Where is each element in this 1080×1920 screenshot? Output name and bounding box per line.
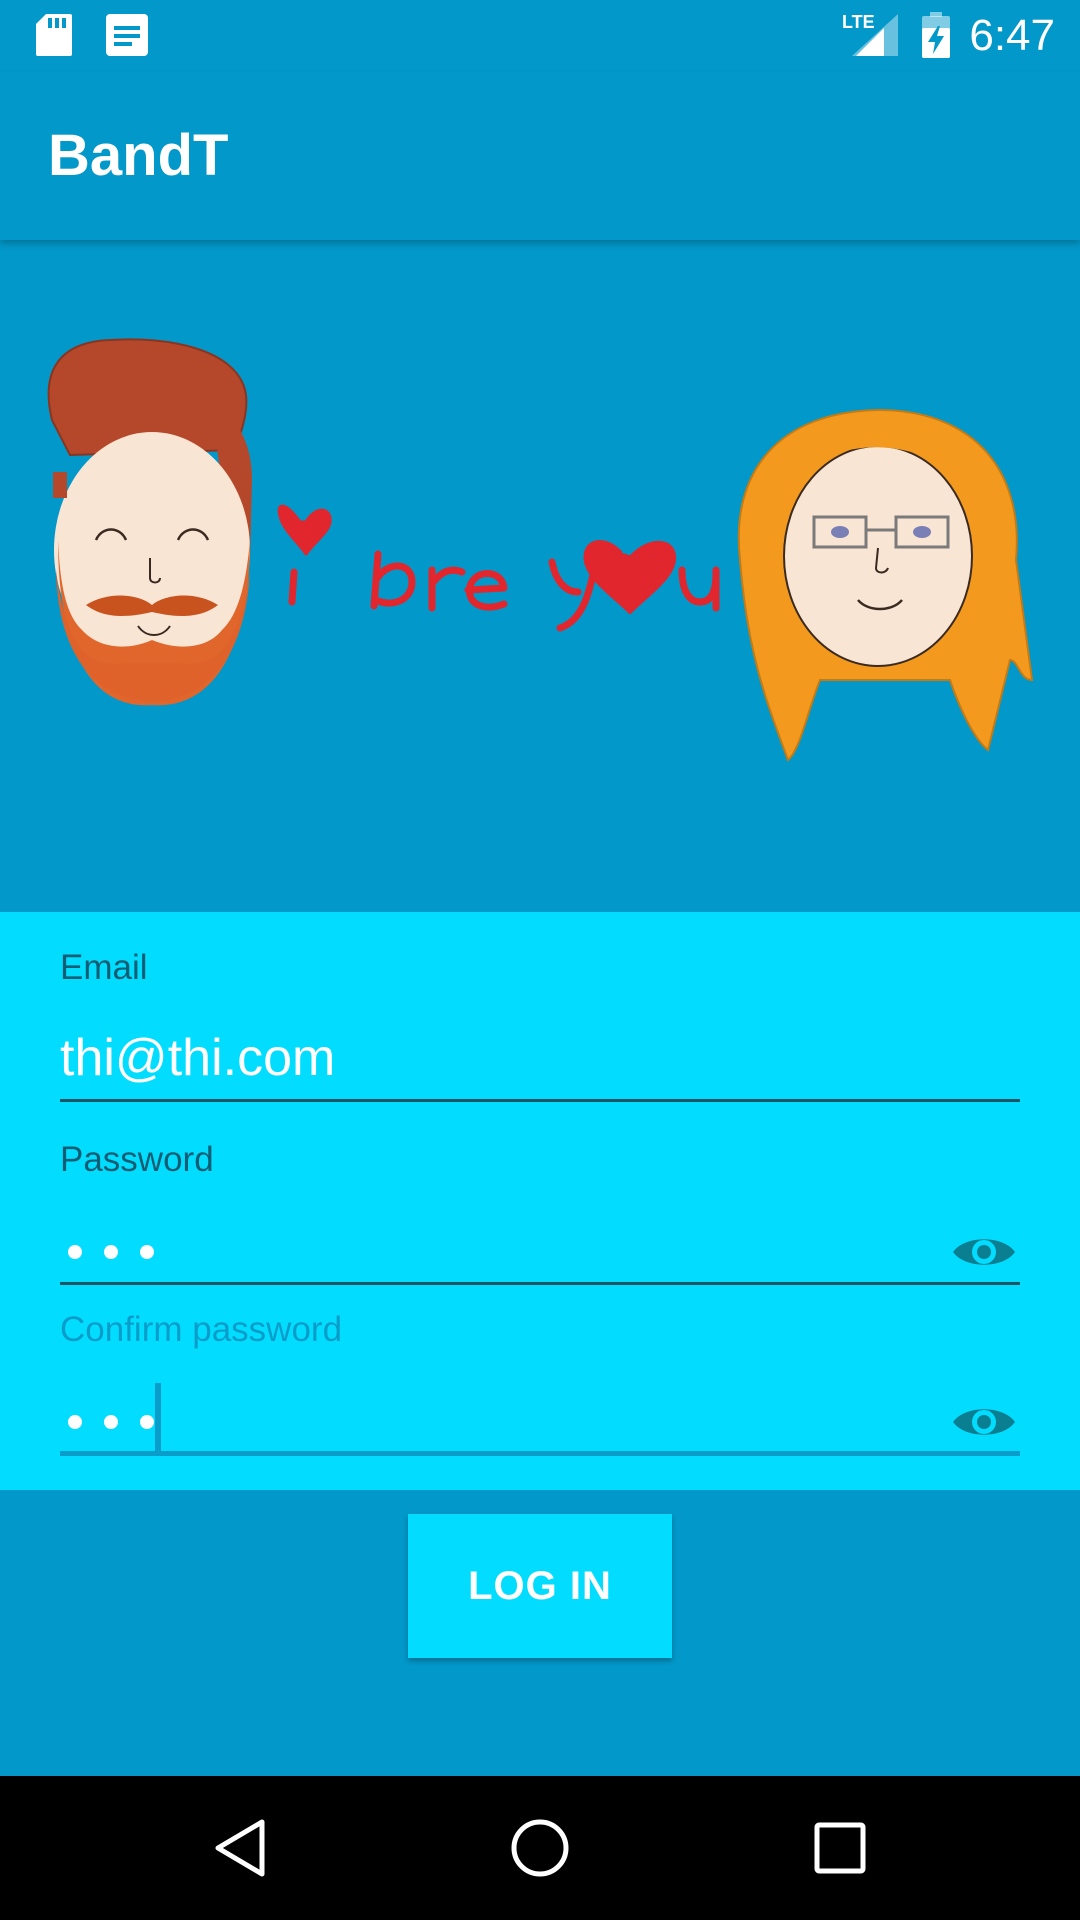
email-field: Email <box>60 934 1020 1102</box>
notes-icon <box>106 14 148 56</box>
home-icon <box>511 1819 569 1877</box>
text-cursor <box>155 1383 161 1453</box>
password-dot <box>68 1245 82 1259</box>
status-bar: LTE 6:47 <box>0 0 1080 72</box>
confirm-password-underline <box>60 1451 1020 1456</box>
login-form: Email Password Confirm passwo <box>0 912 1080 1490</box>
back-icon <box>215 1819 265 1877</box>
password-dot <box>140 1245 154 1259</box>
love-caption <box>277 504 720 632</box>
battery-charging-icon <box>922 12 950 58</box>
confirm-password-input[interactable] <box>68 1390 928 1454</box>
email-label: Email <box>60 948 148 987</box>
password-field: Password <box>60 1126 1020 1285</box>
bearded-man-avatar <box>47 338 252 706</box>
show-password-toggle[interactable] <box>948 1220 1020 1284</box>
signal-icon <box>852 14 898 56</box>
confirm-password-field: Confirm password <box>60 1296 1020 1456</box>
login-button[interactable]: LOG IN <box>408 1514 672 1658</box>
login-screen: LTE 6:47 BandT Email thi@thi.com Passwor… <box>0 0 1080 1920</box>
recents-button[interactable] <box>804 1812 876 1884</box>
sd-card-icon <box>36 14 72 56</box>
woman-with-glasses-avatar <box>737 408 1034 762</box>
home-button[interactable] <box>504 1812 576 1884</box>
show-confirm-password-toggle[interactable] <box>948 1390 1020 1454</box>
hero-illustration: i bre you <box>0 240 1080 912</box>
password-dot <box>104 1245 118 1259</box>
recents-icon <box>814 1822 866 1874</box>
password-input[interactable] <box>68 1220 928 1284</box>
password-label: Password <box>60 1140 214 1179</box>
back-button[interactable] <box>204 1812 276 1884</box>
eye-icon <box>953 1239 1015 1265</box>
email-input[interactable] <box>60 1026 940 1090</box>
email-underline <box>60 1099 1020 1102</box>
app-title: BandT <box>48 123 229 188</box>
clock: 6:47 <box>969 11 1055 60</box>
password-underline <box>60 1282 1020 1285</box>
password-dot <box>140 1415 154 1429</box>
password-dot <box>68 1415 82 1429</box>
app-bar: BandT <box>0 72 1080 240</box>
confirm-password-label: Confirm password <box>60 1310 343 1349</box>
navigation-bar <box>0 1776 1080 1920</box>
eye-icon <box>953 1409 1015 1435</box>
password-dot <box>104 1415 118 1429</box>
